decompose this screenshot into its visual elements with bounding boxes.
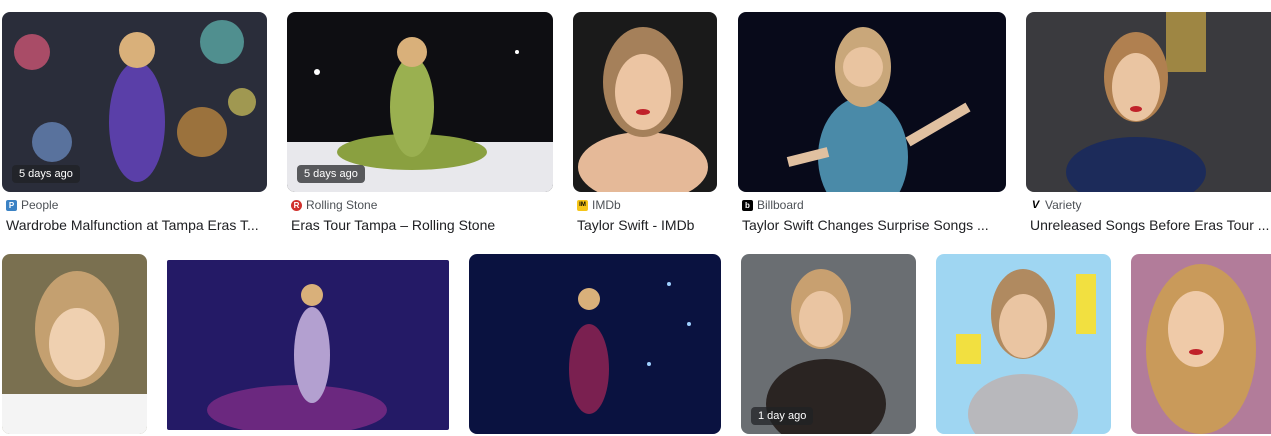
variety-icon: V [1031,199,1040,211]
age-badge: 5 days ago [297,165,365,183]
result-title[interactable]: Unreleased Songs Before Eras Tour ... [1030,217,1271,233]
image-result-10[interactable] [936,254,1111,434]
image-result-5[interactable]: V Variety Unreleased Songs Before Eras T… [1026,12,1271,237]
thumbnail[interactable] [167,260,449,430]
thumbnail[interactable] [2,254,147,434]
image-result-2[interactable]: 5 days ago R Rolling Stone Eras Tour Tam… [287,12,553,237]
source[interactable]: R Rolling Stone [291,198,377,212]
source-name: IMDb [592,198,621,212]
thumbnail[interactable] [936,254,1111,434]
source[interactable]: P People [6,198,58,212]
source[interactable]: IM IMDb [577,198,621,212]
image-result-9[interactable]: 1 day ago [741,254,916,434]
thumbnail[interactable]: 5 days ago [287,12,553,192]
source-name: Billboard [757,198,804,212]
thumbnail[interactable]: 5 days ago [2,12,267,192]
age-badge: 5 days ago [12,165,80,183]
source-name: Variety [1045,198,1082,212]
thumbnail[interactable] [1131,254,1271,434]
people-icon: P [6,199,17,211]
image-result-11[interactable] [1131,254,1271,434]
image-result-1[interactable]: 5 days ago P People Wardrobe Malfunction… [2,12,267,237]
image-result-6[interactable] [2,254,147,434]
image-result-3[interactable]: IM IMDb Taylor Swift - IMDb [573,12,717,237]
source-name: People [21,198,59,212]
source[interactable]: V Variety [1030,198,1082,212]
source[interactable]: b Billboard [742,198,804,212]
image-result-4[interactable]: b Billboard Taylor Swift Changes Surpris… [738,12,1006,237]
thumbnail[interactable] [469,254,721,434]
thumbnail[interactable] [738,12,1006,192]
thumbnail[interactable] [1026,12,1271,192]
source-name: Rolling Stone [306,198,378,212]
thumbnail[interactable]: 1 day ago [741,254,916,434]
result-title[interactable]: Wardrobe Malfunction at Tampa Eras T... [6,217,267,233]
thumbnail[interactable] [573,12,717,192]
image-result-8[interactable] [469,254,721,434]
result-title[interactable]: Eras Tour Tampa – Rolling Stone [291,217,553,233]
billboard-icon: b [742,199,753,211]
image-result-7[interactable] [167,260,449,430]
age-badge: 1 day ago [751,407,814,425]
rolling-stone-icon: R [291,199,302,211]
imdb-icon: IM [577,199,588,211]
result-title[interactable]: Taylor Swift - IMDb [577,217,717,233]
result-title[interactable]: Taylor Swift Changes Surprise Songs ... [742,217,1006,233]
